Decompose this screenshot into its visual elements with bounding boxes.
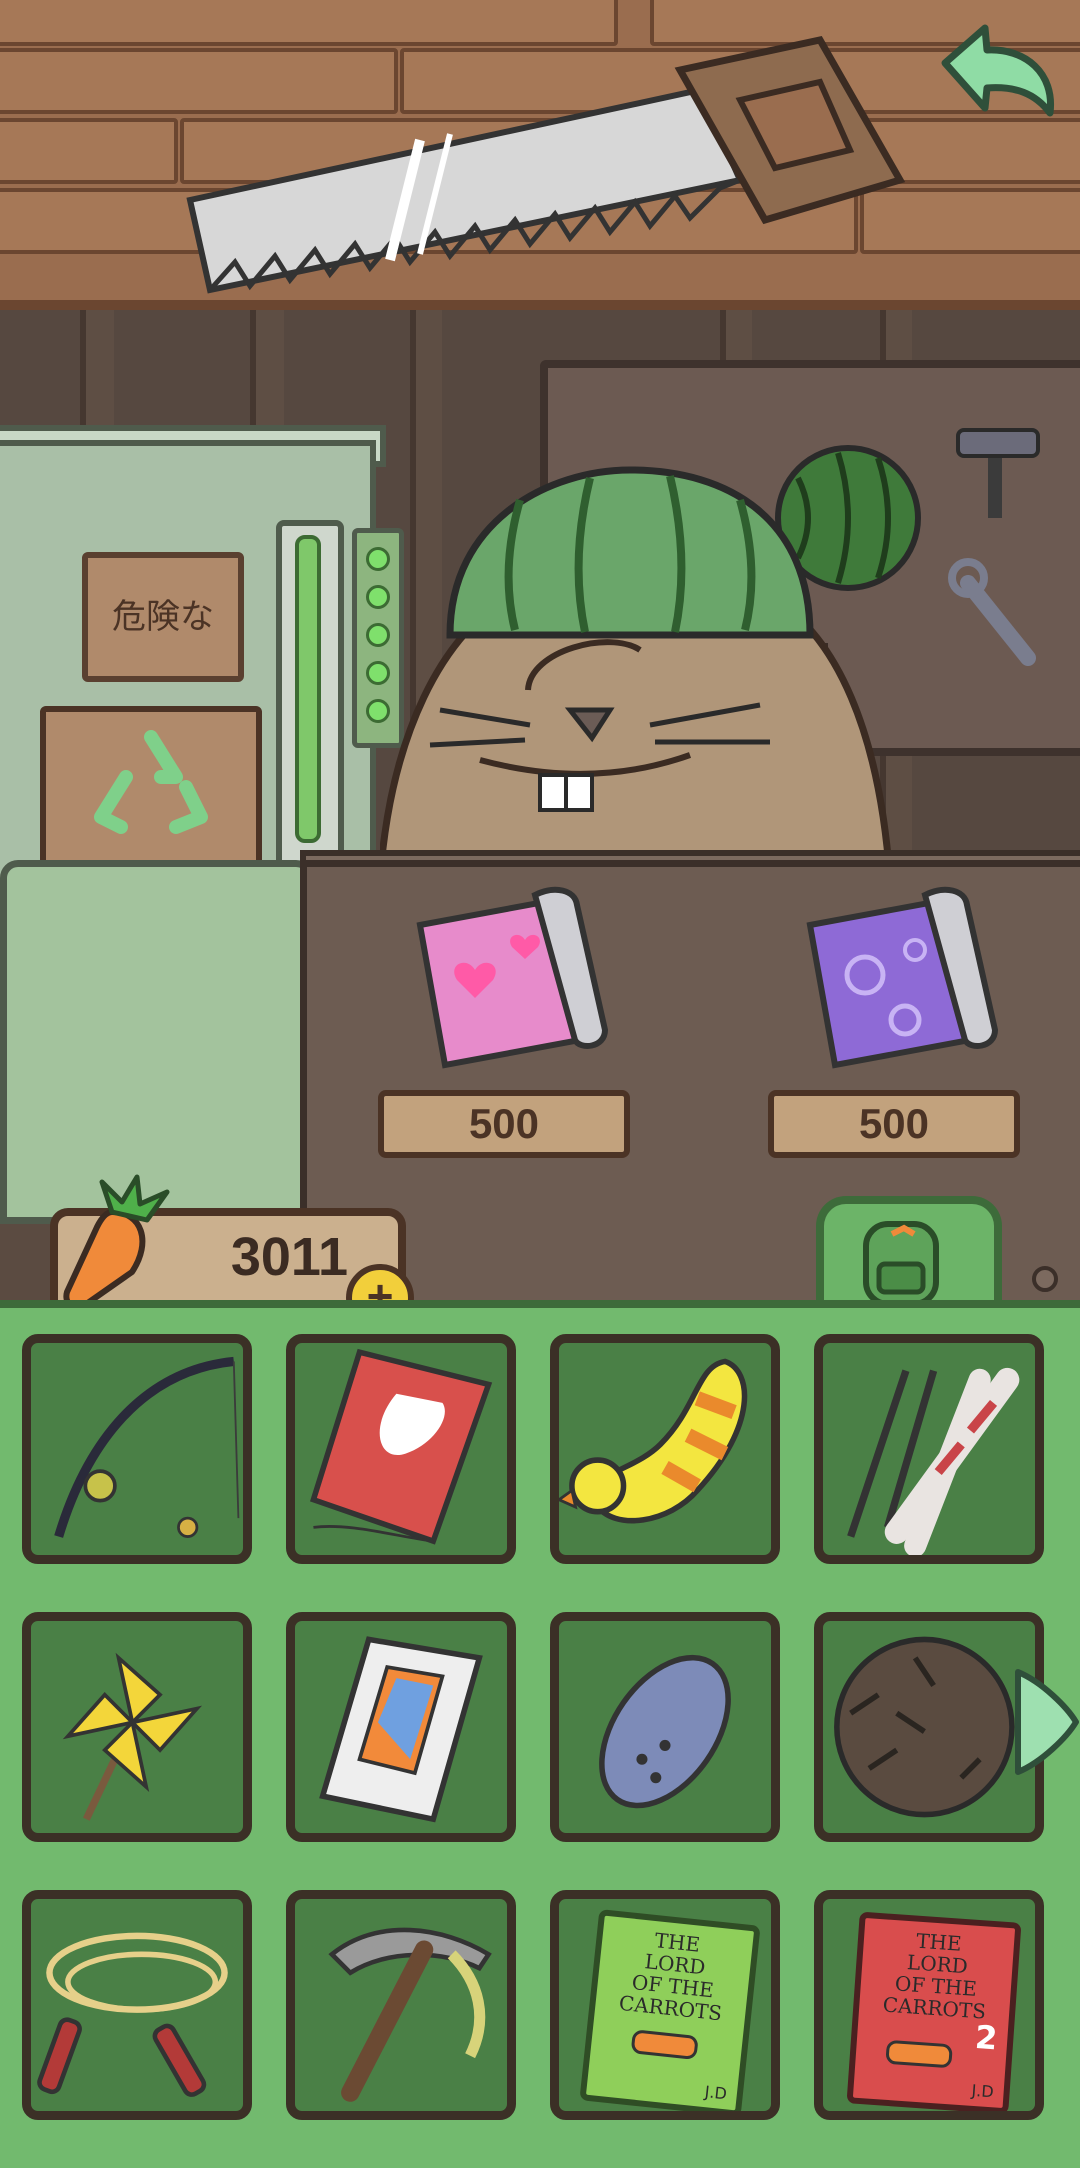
danger-sign: 危険な: [82, 552, 244, 682]
plank: [0, 118, 178, 184]
duck-float-icon: [559, 1358, 748, 1524]
price-value: 500: [858, 1100, 930, 1147]
mole-shopkeeper: [380, 466, 894, 880]
recycle-box: [40, 706, 262, 868]
book-volume: 2: [973, 2017, 999, 2058]
watermelon-helmet-icon: [446, 466, 814, 639]
back-arrow-icon: [941, 24, 1055, 117]
inventory-slot[interactable]: THE LORD OF THE CARROTS J.D: [550, 1890, 780, 2120]
jump-rope-icon: [37, 1932, 228, 2097]
fishing-rod-icon: [54, 1356, 240, 1538]
inventory-slot[interactable]: jump rope: [22, 1890, 252, 2120]
purple-wallpaper-icon: [806, 886, 999, 1069]
danger-sign-text: 危険な: [112, 597, 214, 637]
price-value: 500: [468, 1100, 540, 1147]
carrot-icon: [630, 2029, 699, 2060]
backpack-icon: [863, 1221, 939, 1307]
inventory-slot[interactable]: remote: [550, 1612, 780, 1842]
price-tag-1: 500: [378, 1090, 630, 1158]
screw-icon: [1032, 1266, 1058, 1292]
pickaxe-icon: [328, 1927, 492, 2102]
carrot-count: 3011: [230, 1227, 348, 1287]
inventory-slot[interactable]: fishing rod: [22, 1334, 252, 1564]
saw-icon: [186, 36, 906, 294]
carrot-icon: [63, 1174, 170, 1312]
remote-icon: [599, 1654, 731, 1809]
shop-item-purple-wallpaper[interactable]: [795, 880, 1005, 1070]
wrench-icon: [948, 558, 1036, 666]
hammer-icon: [956, 428, 1040, 518]
carrot-icon: [885, 2039, 953, 2069]
kite-icon: [309, 1348, 493, 1545]
book-2-icon: THE LORD OF THE CARROTS 2 J.D: [846, 1911, 1022, 2111]
inventory-slot[interactable]: duck swim ring: [550, 1334, 780, 1564]
back-button[interactable]: [925, 18, 1065, 128]
inventory-slot[interactable]: fur hat: [814, 1612, 1044, 1842]
inventory-slot[interactable]: skis: [814, 1334, 1044, 1564]
machine-door: [0, 860, 314, 1224]
recycle-icon: [94, 730, 208, 834]
inventory-slot[interactable]: kite: [286, 1334, 516, 1564]
inventory-slot[interactable]: pickaxe: [286, 1890, 516, 2120]
skis-icon: [847, 1367, 1020, 1555]
price-tag-2: 500: [768, 1090, 1020, 1158]
book-author: J.D: [970, 2080, 995, 2102]
book-author: J.D: [703, 2082, 728, 2104]
pink-wallpaper-icon: [416, 886, 609, 1069]
fur-hat-icon: [834, 1636, 1015, 1818]
next-page-button[interactable]: [1012, 1662, 1080, 1782]
pinwheel-icon: [62, 1652, 203, 1821]
phone-box-icon: [319, 1636, 483, 1823]
shop-item-pink-wallpaper[interactable]: [405, 880, 615, 1070]
inventory-slot[interactable]: phone box: [286, 1612, 516, 1842]
gauge-fill: [295, 535, 321, 843]
inventory-slot[interactable]: pinwheel: [22, 1612, 252, 1842]
chevron-right-icon: [1015, 1669, 1079, 1775]
inventory-slot[interactable]: THE LORD OF THE CARROTS 2 J.D: [814, 1890, 1044, 2120]
book-1-icon: THE LORD OF THE CARROTS J.D: [579, 1909, 761, 2111]
